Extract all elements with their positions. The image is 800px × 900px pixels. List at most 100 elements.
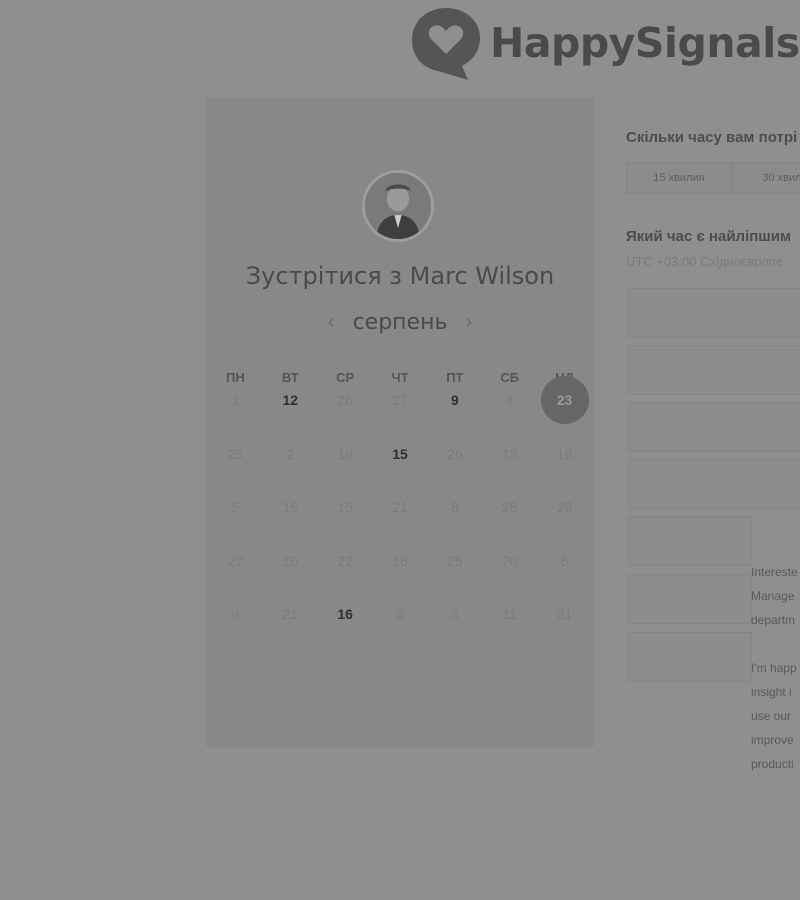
duration-question: Скільки часу вам потрі <box>626 129 798 146</box>
calendar-day-label: 12 <box>282 392 299 408</box>
calendar-day-label: 16 <box>337 606 353 623</box>
calendar-day-label: 6 <box>560 552 569 569</box>
calendar-day: 3 <box>373 598 428 630</box>
calendar-day: 21 <box>373 491 428 523</box>
calendar-day: 11 <box>482 598 537 630</box>
calendar-day: 5 <box>208 491 263 523</box>
host-intro-text: Intereste Manage departm I'm happ insigh… <box>751 560 800 800</box>
calendar-day-label: 18 <box>556 445 573 462</box>
heart-bubble-icon <box>412 8 480 80</box>
happysignals-logo: HappySignals <box>410 4 800 82</box>
calendar-day-label: 26 <box>337 392 353 408</box>
month-label: серпень <box>352 310 448 335</box>
calendar-day: 8 <box>482 384 537 416</box>
calendar-day[interactable]: 16 <box>318 598 373 630</box>
intro-line: insight i <box>751 685 792 699</box>
calendar-day: 28 <box>482 491 537 523</box>
calendar-day: 3 <box>427 598 482 630</box>
calendar-day: 15 <box>318 491 373 523</box>
calendar-day-label: 28 <box>501 499 518 516</box>
time-slot-label: 17:00 <box>761 361 799 379</box>
month-navigation: ‹ серпень › <box>206 310 594 335</box>
calendar-day: 26 <box>427 438 482 470</box>
calendar-day-label: 3 <box>450 606 459 623</box>
duration-option-30[interactable]: 30 хвили <box>732 162 800 194</box>
time-slot[interactable] <box>628 632 752 682</box>
calendar-day-label: 11 <box>502 606 517 623</box>
weekday-label: ПТ <box>446 370 464 385</box>
calendar-day-label: 19 <box>337 445 353 462</box>
calendar-day-label: 21 <box>392 499 408 516</box>
calendar-day[interactable]: 12 <box>263 384 318 416</box>
calendar-day[interactable]: 9 <box>427 384 482 416</box>
calendar-day-label: 23 <box>540 375 589 424</box>
calendar-day-label: 15 <box>392 445 408 462</box>
duration-options: 15 хвилин 30 хвили <box>626 162 800 194</box>
calendar-day-label: 18 <box>392 552 408 569</box>
calendar-day: 25 <box>427 545 482 577</box>
person-photo <box>365 173 431 239</box>
meeting-title: Зустрітися з Marc Wilson <box>245 262 555 290</box>
duration-option-15[interactable]: 15 хвилин <box>626 162 732 194</box>
calendar-day[interactable]: 15 <box>373 438 428 470</box>
weekday-label: ВТ <box>281 370 299 385</box>
intro-line: I'm happ <box>751 661 797 675</box>
weekday-label: СР <box>336 370 355 385</box>
calendar-day-label: 5 <box>231 499 240 516</box>
calendar-day-label: 2 <box>286 445 295 462</box>
calendar-day-label: 25 <box>227 445 244 462</box>
intro-line: Manage <box>751 589 795 603</box>
time-slot-label: 17:30 <box>761 475 799 493</box>
timezone-label[interactable]: UTC +03:00 Східноєвропе <box>626 254 783 269</box>
time-slot[interactable]: 17:00 <box>628 345 800 395</box>
avatar <box>362 170 434 242</box>
calendar-day: 21 <box>263 598 318 630</box>
chevron-right-icon[interactable]: › <box>465 311 472 334</box>
calendar-day: 27 <box>208 545 263 577</box>
brand-name: HappySignals <box>490 19 800 67</box>
time-slot-label: 17:1 <box>761 418 791 436</box>
calendar-day-label: 8 <box>505 392 514 408</box>
intro-line: departm <box>751 613 796 627</box>
calendar-day-label: 22 <box>337 552 353 569</box>
chevron-left-icon[interactable]: ‹ <box>328 311 335 334</box>
time-slot[interactable] <box>628 516 752 566</box>
calendar-day: 18 <box>373 545 428 577</box>
calendar-day: 16 <box>263 491 318 523</box>
calendar-day: 31 <box>537 598 592 630</box>
calendar-day-label: 27 <box>392 392 408 408</box>
calendar-day: 6 <box>537 545 592 577</box>
calendar-day-label: 10 <box>282 552 299 569</box>
calendar-day-label: 9 <box>450 392 459 408</box>
time-slot[interactable]: 16:3 <box>628 288 800 338</box>
calendar-day-label: 21 <box>282 606 299 623</box>
calendar-day-label: 26 <box>556 499 573 516</box>
calendar-day: 18 <box>537 438 592 470</box>
calendar-day: 13 <box>482 438 537 470</box>
calendar-day-label: 31 <box>556 606 573 623</box>
calendar-day: 9 <box>208 598 263 630</box>
calendar-day: 10 <box>263 545 318 577</box>
calendar-day: 8 <box>427 491 482 523</box>
calendar-day-label: 27 <box>227 552 244 569</box>
intro-line: producti <box>751 757 794 771</box>
calendar-day: 1 <box>208 384 263 416</box>
weekday-label: ПН <box>226 370 245 385</box>
calendar-day-label: 15 <box>337 499 353 516</box>
calendar-day-label: 25 <box>447 552 463 569</box>
calendar-day-label: 8 <box>450 499 459 516</box>
intro-line: improve <box>751 733 794 747</box>
calendar-grid: 1 12 26 27 9 8 23 25 2 19 15 26 13 18 5 16 15 21 8 28 26 27 10… <box>208 375 592 652</box>
calendar-day-label: 26 <box>447 445 463 462</box>
calendar-day-label: 9 <box>231 606 240 623</box>
time-slot[interactable]: 17:1 <box>628 402 800 452</box>
intro-line: Intereste <box>751 565 798 579</box>
calendar-day: 20 <box>482 545 537 577</box>
time-slot[interactable] <box>628 574 752 624</box>
weekday-label: СБ <box>500 370 520 385</box>
calendar-day-selected[interactable]: 23 <box>537 375 592 424</box>
intro-line: use our <box>751 709 792 723</box>
calendar-day-label: 13 <box>501 445 518 462</box>
time-slot[interactable]: 17:30 <box>628 459 800 509</box>
time-slot-label: 16:3 <box>761 304 791 322</box>
